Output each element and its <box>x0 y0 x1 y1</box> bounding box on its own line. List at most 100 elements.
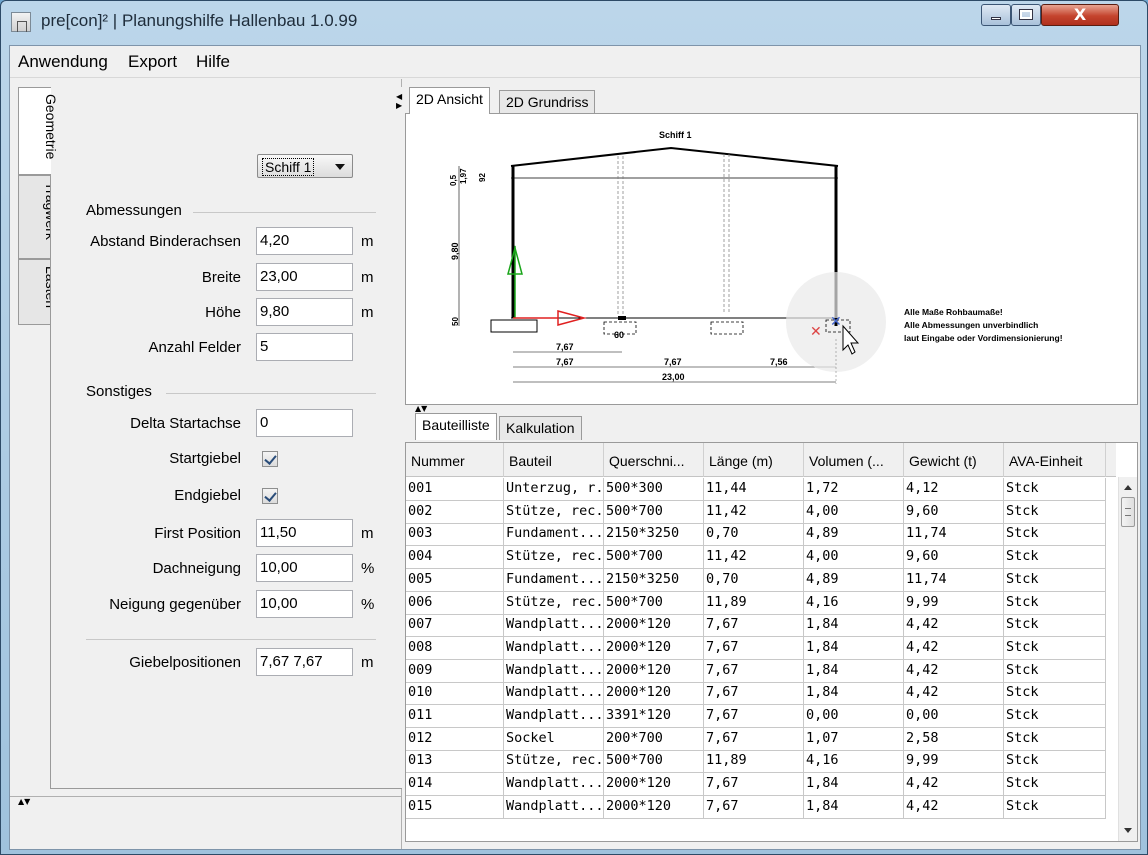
title-bar[interactable]: pre[con]² | Planungshilfe Hallenbau 1.0.… <box>1 1 1147 43</box>
horizontal-splitter-arrows-icon[interactable]: ▲▼ <box>415 404 427 413</box>
table-cell: 11,44 <box>704 478 804 501</box>
table-row[interactable]: 012 Sockel 200*700 7,67 1,07 2,58 Stck <box>406 727 1106 751</box>
table-cell: 9,60 <box>904 546 1004 570</box>
table-cell: 005 <box>406 568 504 592</box>
drawing-canvas[interactable]: Schiff 1 60 0,5 1,97 92 9,80 50 7,67 7,6… <box>405 113 1138 405</box>
scroll-up-icon[interactable] <box>1124 485 1132 490</box>
table-cell: 1,72 <box>804 478 904 501</box>
hoehe-input[interactable]: 9,80 <box>256 298 353 326</box>
table-row[interactable]: 014 Wandplatt... 2000*120 7,67 1,84 4,42 Stck <box>406 773 1106 797</box>
table-cell: 2,58 <box>904 727 1004 751</box>
left-splitter[interactable]: ▲▼ <box>10 796 401 806</box>
table-cell: 1,84 <box>804 773 904 797</box>
maximize-button[interactable] <box>1011 4 1041 26</box>
tab-lasten[interactable]: Lasten <box>18 259 59 325</box>
table-cell: 7,67 <box>704 727 804 751</box>
table-cell: Wandplatt... <box>504 682 604 706</box>
unit-dachneigung: % <box>361 560 375 577</box>
dim-7-67-a: 7,67 <box>556 357 574 367</box>
table-cell: 007 <box>406 614 504 638</box>
vertical-splitter-arrows-icon[interactable]: ◀ ▶ <box>396 92 402 110</box>
table-cell: Wandplatt... <box>504 614 604 638</box>
table-cell: Stck <box>1004 614 1106 638</box>
menu-anwendung[interactable]: Anwendung <box>18 52 108 72</box>
section-divider <box>86 639 376 640</box>
table-row[interactable]: 010 Wandplatt... 2000*120 7,67 1,84 4,42 Stck <box>406 682 1106 706</box>
column-header[interactable]: Querschni... <box>604 443 704 477</box>
ship-select[interactable]: Schiff 1 <box>257 154 353 178</box>
column-base <box>618 316 626 320</box>
table-row[interactable]: 004Stütze, rec...500*70011,424,009,60Stc… <box>406 546 1106 570</box>
dachneigung-input[interactable]: 10,00 <box>256 554 353 582</box>
column-header[interactable]: Bauteil <box>504 443 604 477</box>
table-cell: 2000*120 <box>604 682 704 706</box>
table-cell: 11,74 <box>904 568 1004 592</box>
table-cell: 500*700 <box>604 546 704 570</box>
table-row[interactable]: 008 Wandplatt... 2000*120 7,67 1,84 4,42 Stck <box>406 636 1106 660</box>
tab-bauteilliste[interactable]: Bauteilliste <box>415 413 497 440</box>
table-cell: 010 <box>406 682 504 706</box>
tab-2d-ansicht[interactable]: 2D Ansicht <box>409 87 490 114</box>
table-cell: 7,67 <box>704 705 804 728</box>
table-cell: 015 <box>406 795 504 819</box>
neigung-input[interactable]: 10,00 <box>256 590 353 618</box>
label-endgiebel: Endgiebel <box>174 487 241 504</box>
vertical-scrollbar[interactable] <box>1118 477 1137 841</box>
table-cell: 9,60 <box>904 500 1004 524</box>
table-cell: Stck <box>1004 500 1106 524</box>
table-cell: Stck <box>1004 682 1106 706</box>
giebelpositionen-input[interactable]: 7,67 7,67 <box>256 648 353 676</box>
foundation <box>490 319 538 333</box>
table-cell: Wandplatt... <box>504 636 604 660</box>
table-cell: 009 <box>406 659 504 683</box>
endgiebel-checkbox[interactable] <box>262 488 278 504</box>
menu-export[interactable]: Export <box>128 52 177 72</box>
table-row[interactable]: 015 Wandplatt... 2000*120 7,67 1,84 4,42 Stck <box>406 795 1106 819</box>
table-row[interactable]: 001Unterzug, r...500*30011,441,724,12Stc… <box>406 478 1106 501</box>
abstand-input[interactable]: 4,20 <box>256 227 353 255</box>
tab-geometrie[interactable]: Geometrie <box>18 87 59 175</box>
column-header[interactable]: Volumen (... <box>804 443 904 477</box>
startgiebel-checkbox[interactable] <box>262 451 278 467</box>
table-cell: 500*300 <box>604 478 704 501</box>
table-cell: 4,42 <box>904 636 1004 660</box>
table-row[interactable]: 009 Wandplatt... 2000*120 7,67 1,84 4,42 Stck <box>406 659 1106 683</box>
table-row[interactable]: 007 Wandplatt... 2000*120 7,67 1,84 4,42 Stck <box>406 614 1106 638</box>
table-cell: 1,84 <box>804 636 904 660</box>
column-header[interactable]: Nummer <box>406 443 504 477</box>
tab-kalkulation[interactable]: Kalkulation <box>499 416 582 440</box>
label-giebel: Giebelpositionen <box>129 654 241 671</box>
table-row[interactable]: 011 Wandplatt... 3391*120 7,67 0,00 0,00 Stck <box>406 705 1106 728</box>
tab-tragwerk[interactable]: Tragwerk <box>18 175 59 259</box>
table-cell: Wandplatt... <box>504 773 604 797</box>
column-header[interactable]: Gewicht (t) <box>904 443 1004 477</box>
felder-input[interactable]: 5 <box>256 333 353 361</box>
scroll-down-icon[interactable] <box>1124 828 1132 833</box>
menu-hilfe[interactable]: Hilfe <box>196 52 230 72</box>
table-cell: Stck <box>1004 659 1106 683</box>
column-header[interactable]: AVA-Einheit <box>1004 443 1106 477</box>
table-cell: 4,16 <box>804 750 904 774</box>
first-position-input[interactable]: 11,50 <box>256 519 353 547</box>
table-row[interactable]: 002Stütze, rec...500*70011,424,009,60Stc… <box>406 500 1106 524</box>
delta-input[interactable]: 0 <box>256 409 353 437</box>
table-cell: Stck <box>1004 478 1106 501</box>
unit-neigung: % <box>361 596 375 613</box>
close-button[interactable]: X <box>1041 4 1119 26</box>
minimize-button[interactable] <box>981 4 1011 26</box>
drawing-title: Schiff 1 <box>659 130 692 140</box>
breite-input[interactable]: 23,00 <box>256 263 353 291</box>
table-cell: Wandplatt... <box>504 795 604 819</box>
unit-giebel: m <box>361 654 374 671</box>
table-cell: Stütze, rec... <box>504 591 604 615</box>
table-cell: 0,00 <box>804 705 904 728</box>
tab-2d-grundriss[interactable]: 2D Grundriss <box>499 90 596 114</box>
table-row[interactable]: 006Stütze, rec...500*70011,894,169,99Stc… <box>406 591 1106 615</box>
table-row[interactable]: 013Stütze, rec...500*70011,894,169,99Stc… <box>406 750 1106 774</box>
scroll-thumb[interactable] <box>1121 497 1135 527</box>
table-row[interactable]: 003 Fundament... 2150*3250 0,70 4,89 11,74 Stc… <box>406 523 1106 547</box>
dim-0-5: 0,5 <box>449 174 458 186</box>
table-row[interactable]: 005 Fundament... 2150*3250 0,70 4,89 11,74 Stc… <box>406 568 1106 592</box>
unit-breite: m <box>361 269 374 286</box>
column-header[interactable]: Länge (m) <box>704 443 804 477</box>
